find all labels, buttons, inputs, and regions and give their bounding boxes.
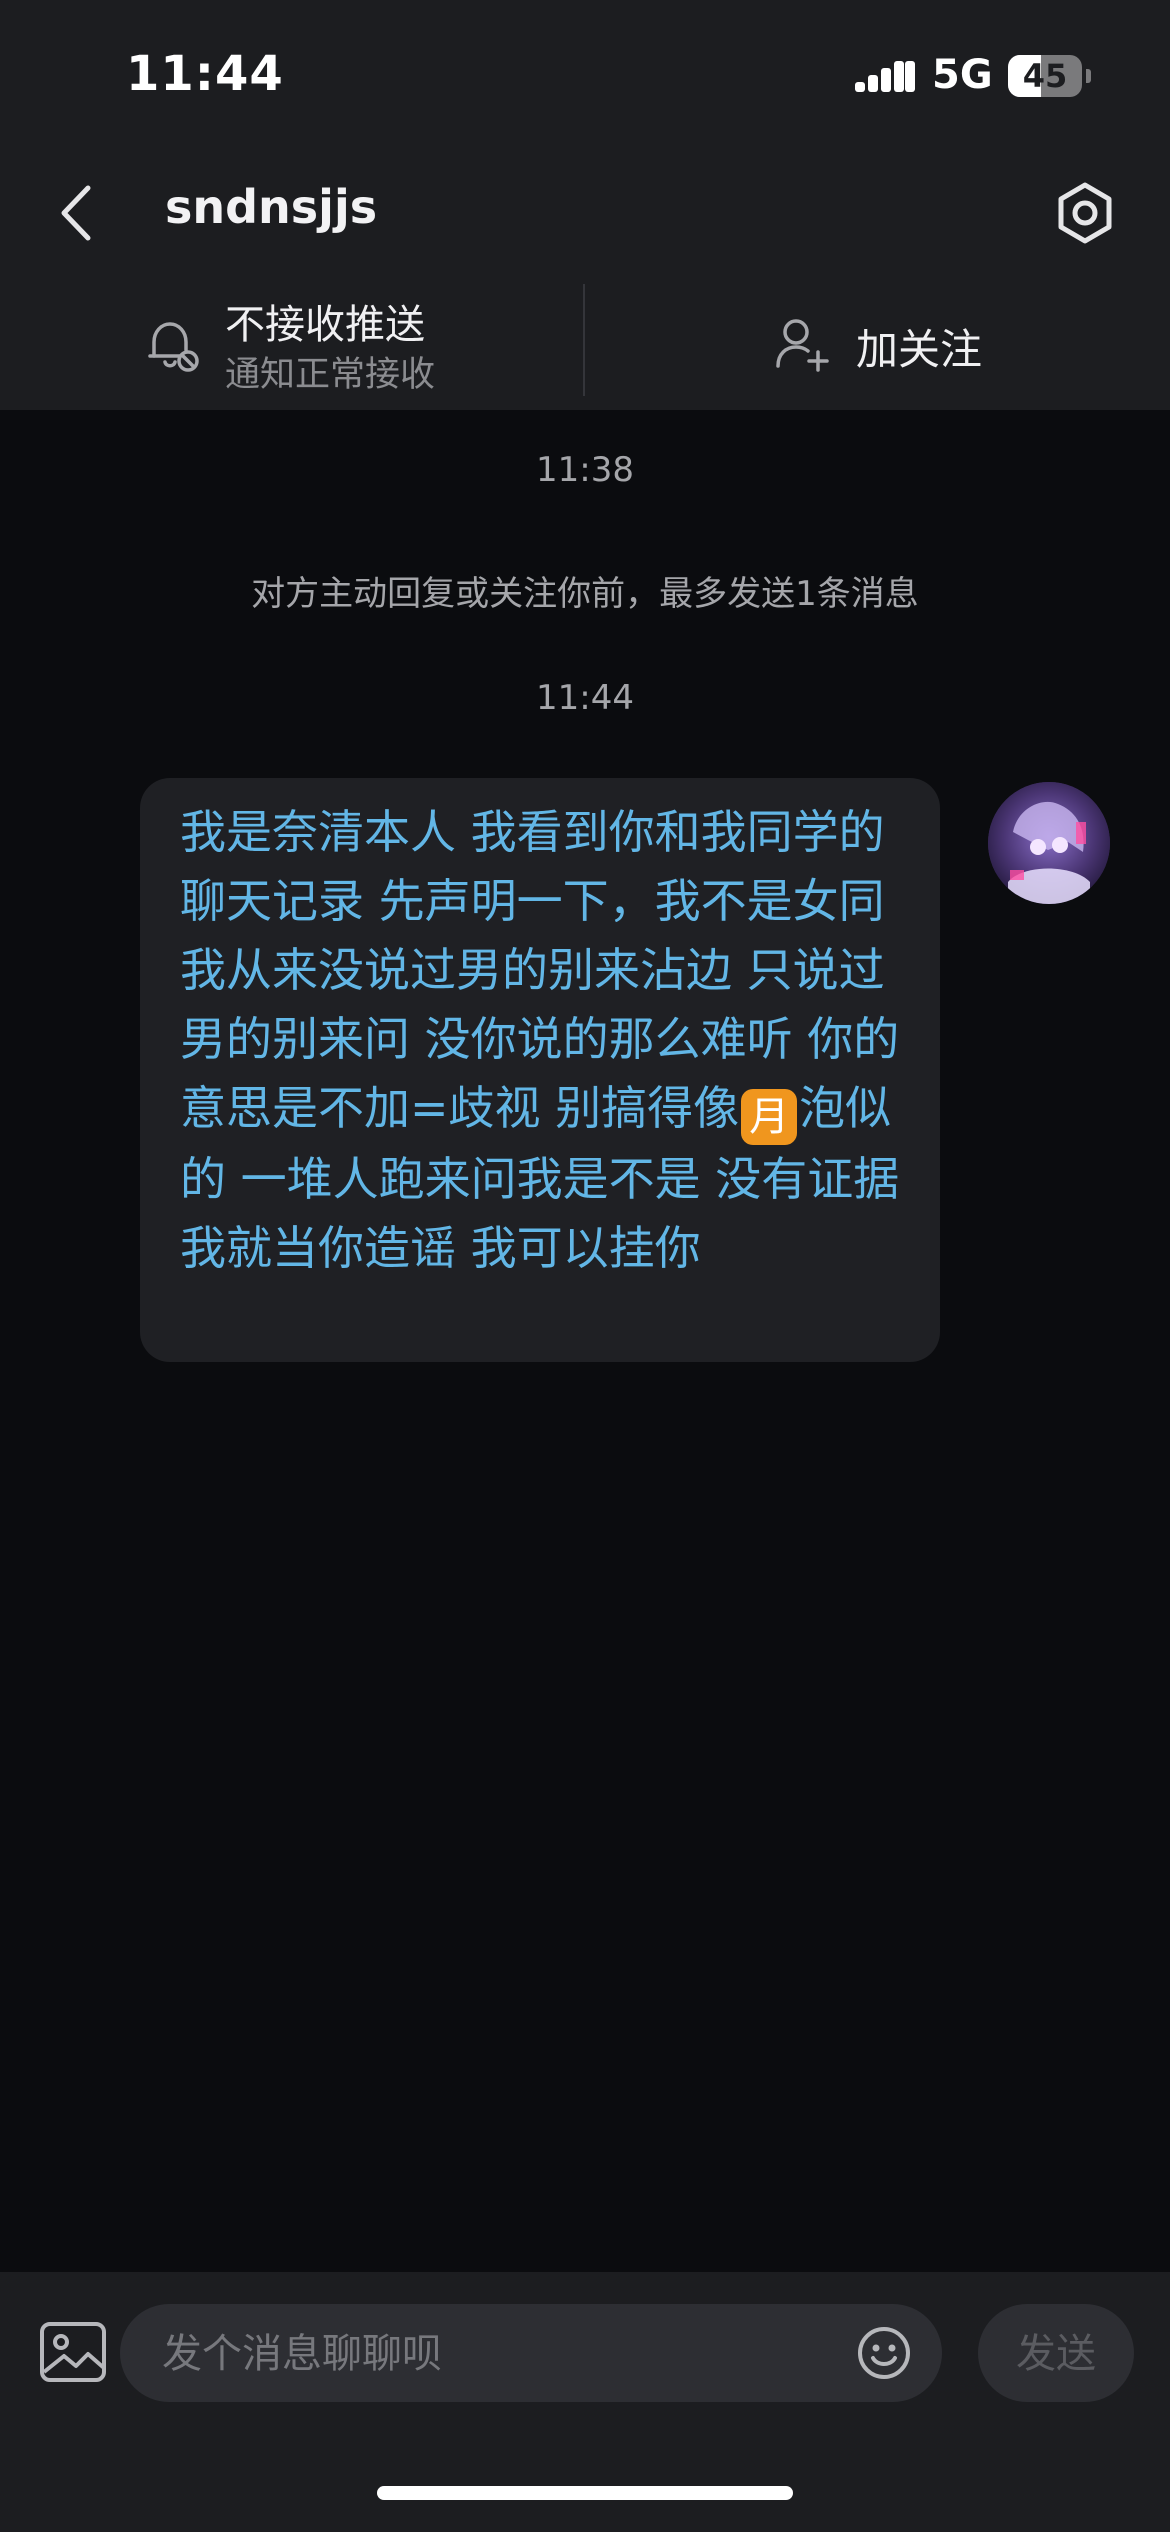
battery-percent: 45 [1022, 57, 1068, 95]
message-timestamp: 11:38 [536, 450, 634, 490]
image-picker-button[interactable] [38, 2320, 108, 2384]
settings-button[interactable] [1052, 180, 1118, 246]
action-bar: 不接收推送 通知正常接收 加关注 [0, 280, 1170, 410]
image-icon [40, 2322, 106, 2382]
chevron-left-icon [61, 185, 91, 241]
contact-name: sndnsjjs [165, 180, 378, 234]
home-indicator[interactable] [377, 2486, 793, 2500]
network-type: 5G [932, 52, 993, 98]
bell-off-icon [148, 322, 199, 372]
user-plus-icon [776, 319, 829, 372]
system-note: 对方主动回复或关注你前，最多发送1条消息 [251, 574, 919, 614]
battery-icon: 45 [1008, 55, 1082, 97]
status-time: 11:44 [126, 46, 284, 102]
avatar-image [988, 782, 1110, 904]
status-bar: 11:44 5G 45 [0, 0, 1170, 150]
input-bar: 发送 [0, 2272, 1170, 2532]
push-setting-button[interactable]: 不接收推送 通知正常接收 [130, 280, 550, 410]
avatar[interactable] [988, 782, 1110, 904]
message-timestamp: 11:44 [536, 678, 634, 718]
moon-emoji-icon: 月 [741, 1089, 798, 1145]
message-bubble[interactable]: 我是奈清本人 我看到你和我同学的聊天记录 先声明一下，我不是女同 我从来没说过男… [140, 778, 940, 1362]
cellular-signal-icon [855, 58, 915, 98]
send-button[interactable]: 发送 [978, 2304, 1134, 2402]
smiley-icon [858, 2327, 910, 2379]
follow-label: 加关注 [856, 325, 983, 374]
emoji-button[interactable] [856, 2325, 912, 2381]
action-divider [583, 284, 585, 396]
push-setting-title: 不接收推送 [225, 302, 425, 348]
chat-header: sndnsjjs [0, 150, 1170, 280]
message-input[interactable] [160, 2304, 844, 2404]
message-text: 我是奈清本人 我看到你和我同学的聊天记录 先声明一下，我不是女同 我从来没说过男… [180, 798, 906, 1283]
push-setting-subtitle: 通知正常接收 [225, 355, 436, 395]
battery-cap [1086, 69, 1091, 83]
follow-button[interactable]: 加关注 [760, 280, 1020, 410]
back-button[interactable] [50, 178, 110, 248]
top-area: 11:44 5G 45 sndnsjjs 不接收推送 通知正常接收 加关注 [0, 0, 1170, 410]
message-text-part: 我是奈清本人 我看到你和我同学的聊天记录 先声明一下，我不是女同 我从来没说过男… [180, 805, 900, 1135]
hexagon-settings-icon [1058, 182, 1112, 244]
message-input-container [120, 2304, 942, 2404]
chat-area[interactable]: 11:38 对方主动回复或关注你前，最多发送1条消息 11:44 我是奈清本人 … [0, 410, 1170, 2272]
